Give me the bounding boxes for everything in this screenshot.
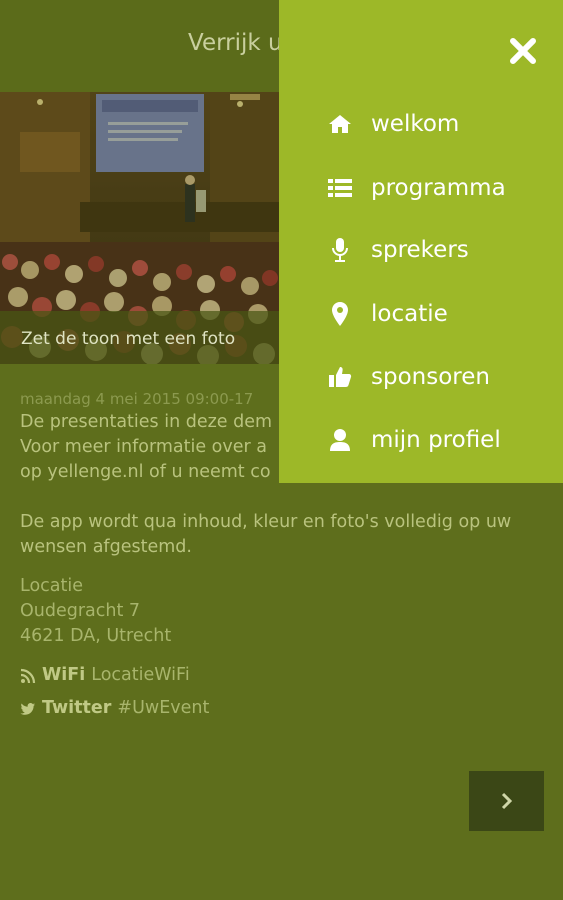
navigation-menu: welkom programma sprekers locatie sponso… [279, 0, 563, 483]
app-title: Verrijk u [188, 30, 283, 56]
list-icon [327, 175, 353, 201]
menu-item-label: locatie [371, 301, 448, 327]
map-marker-icon [327, 301, 353, 327]
menu-item-label: sprekers [371, 237, 469, 263]
description-paragraph-2: De app wordt qua inhoud, kleur en foto's… [20, 512, 512, 557]
wifi-value: LocatieWiFi [91, 665, 190, 685]
menu-item-locatie[interactable]: locatie [327, 294, 448, 334]
location-block: Locatie Oudegracht 7 4621 DA, Utrecht [20, 574, 545, 649]
wifi-row: WiFi LocatieWiFi [20, 663, 545, 688]
rss-wifi-icon [20, 668, 36, 683]
microphone-icon [327, 237, 353, 263]
menu-item-label: sponsoren [371, 364, 490, 390]
twitter-label: Twitter [42, 698, 112, 718]
close-icon [510, 38, 536, 64]
chevron-right-icon [501, 792, 512, 810]
menu-item-mijn-profiel[interactable]: mijn profiel [327, 420, 501, 460]
address-line-1: Oudegracht 7 [20, 601, 141, 621]
menu-item-programma[interactable]: programma [327, 168, 506, 208]
twitter-icon [20, 702, 35, 715]
next-button[interactable] [469, 771, 544, 831]
menu-item-label: welkom [371, 111, 460, 137]
menu-item-welkom[interactable]: welkom [327, 104, 459, 144]
location-label: Locatie [20, 576, 83, 596]
hero-caption: Zet de toon met een foto [21, 329, 236, 349]
menu-item-sponsoren[interactable]: sponsoren [327, 357, 490, 397]
menu-item-sprekers[interactable]: sprekers [327, 230, 469, 270]
close-menu-button[interactable] [508, 36, 538, 66]
twitter-value: #UwEvent [117, 698, 210, 718]
twitter-row[interactable]: Twitter #UwEvent [20, 696, 545, 721]
address-line-2: 4621 DA, Utrecht [20, 626, 172, 646]
wifi-label: WiFi [42, 665, 86, 685]
thumbs-up-icon [327, 364, 353, 390]
home-icon [327, 111, 353, 137]
user-icon [327, 427, 353, 453]
menu-item-label: programma [371, 175, 506, 201]
menu-item-label: mijn profiel [371, 427, 501, 453]
